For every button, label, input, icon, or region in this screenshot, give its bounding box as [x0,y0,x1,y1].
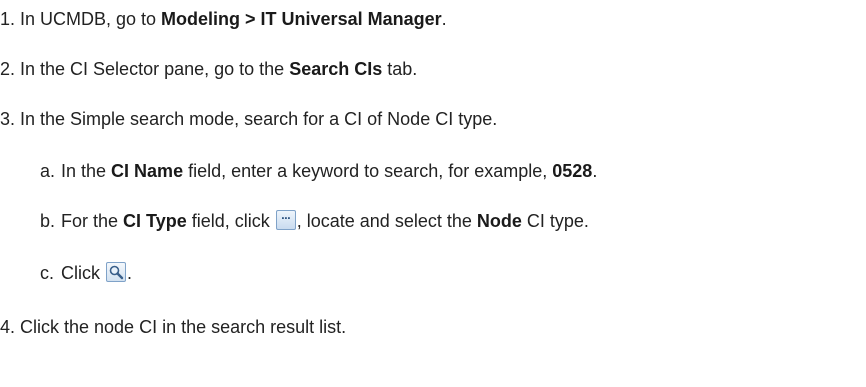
step-text: In the Simple search mode, search for a … [20,109,498,129]
substep-text: Click . [61,262,132,284]
step-text-after: . [441,9,447,29]
ellipsis-glyph: ··· [281,211,291,225]
step-text-after: tab. [382,59,418,79]
substep-text: In the CI Name field, enter a keyword to… [61,160,597,182]
step-text-before: In the CI Selector pane, go to the [20,59,290,79]
substep-text-after: . [592,161,598,181]
step-text: In the CI Selector pane, go to the Searc… [20,58,417,80]
step-text: Click the node CI in the search result l… [20,317,347,337]
step-number: 1. [0,9,16,29]
substep-text-before: In the [61,161,112,181]
substep-text: For the CI Type field, click ··· , locate… [61,210,589,232]
substep-text-before: Click [61,263,105,283]
substep-letter: c. [40,263,55,283]
substep-letter: a. [40,161,56,181]
field-name: CI Name [111,161,184,181]
substep-text-after: . [127,263,133,283]
substep-text-middle: field, enter a keyword to search, for ex… [183,161,553,181]
step-text-before: In UCMDB, go to [20,9,162,29]
tab-name: Search CIs [289,59,383,79]
step-number: 2. [0,59,16,79]
example-keyword: 0528 [552,161,593,181]
ci-type-name: Node [476,211,522,231]
substep-text-middle2: , locate and select the [296,211,477,231]
substep-text-after: CI type. [521,211,589,231]
menu-path: Modeling > IT Universal Manager [161,9,442,29]
step-number: 4. [0,317,16,337]
step-number: 3. [0,109,16,129]
field-name: CI Type [123,211,187,231]
magnifier-search-icon [106,262,126,282]
ellipsis-button-icon: ··· [275,210,296,230]
substep-text-middle: field, click [186,211,275,231]
substep-text-before: For the [61,211,124,231]
substep-letter: b. [40,211,56,231]
step-text: In UCMDB, go to Modeling > IT Universal … [20,8,447,30]
